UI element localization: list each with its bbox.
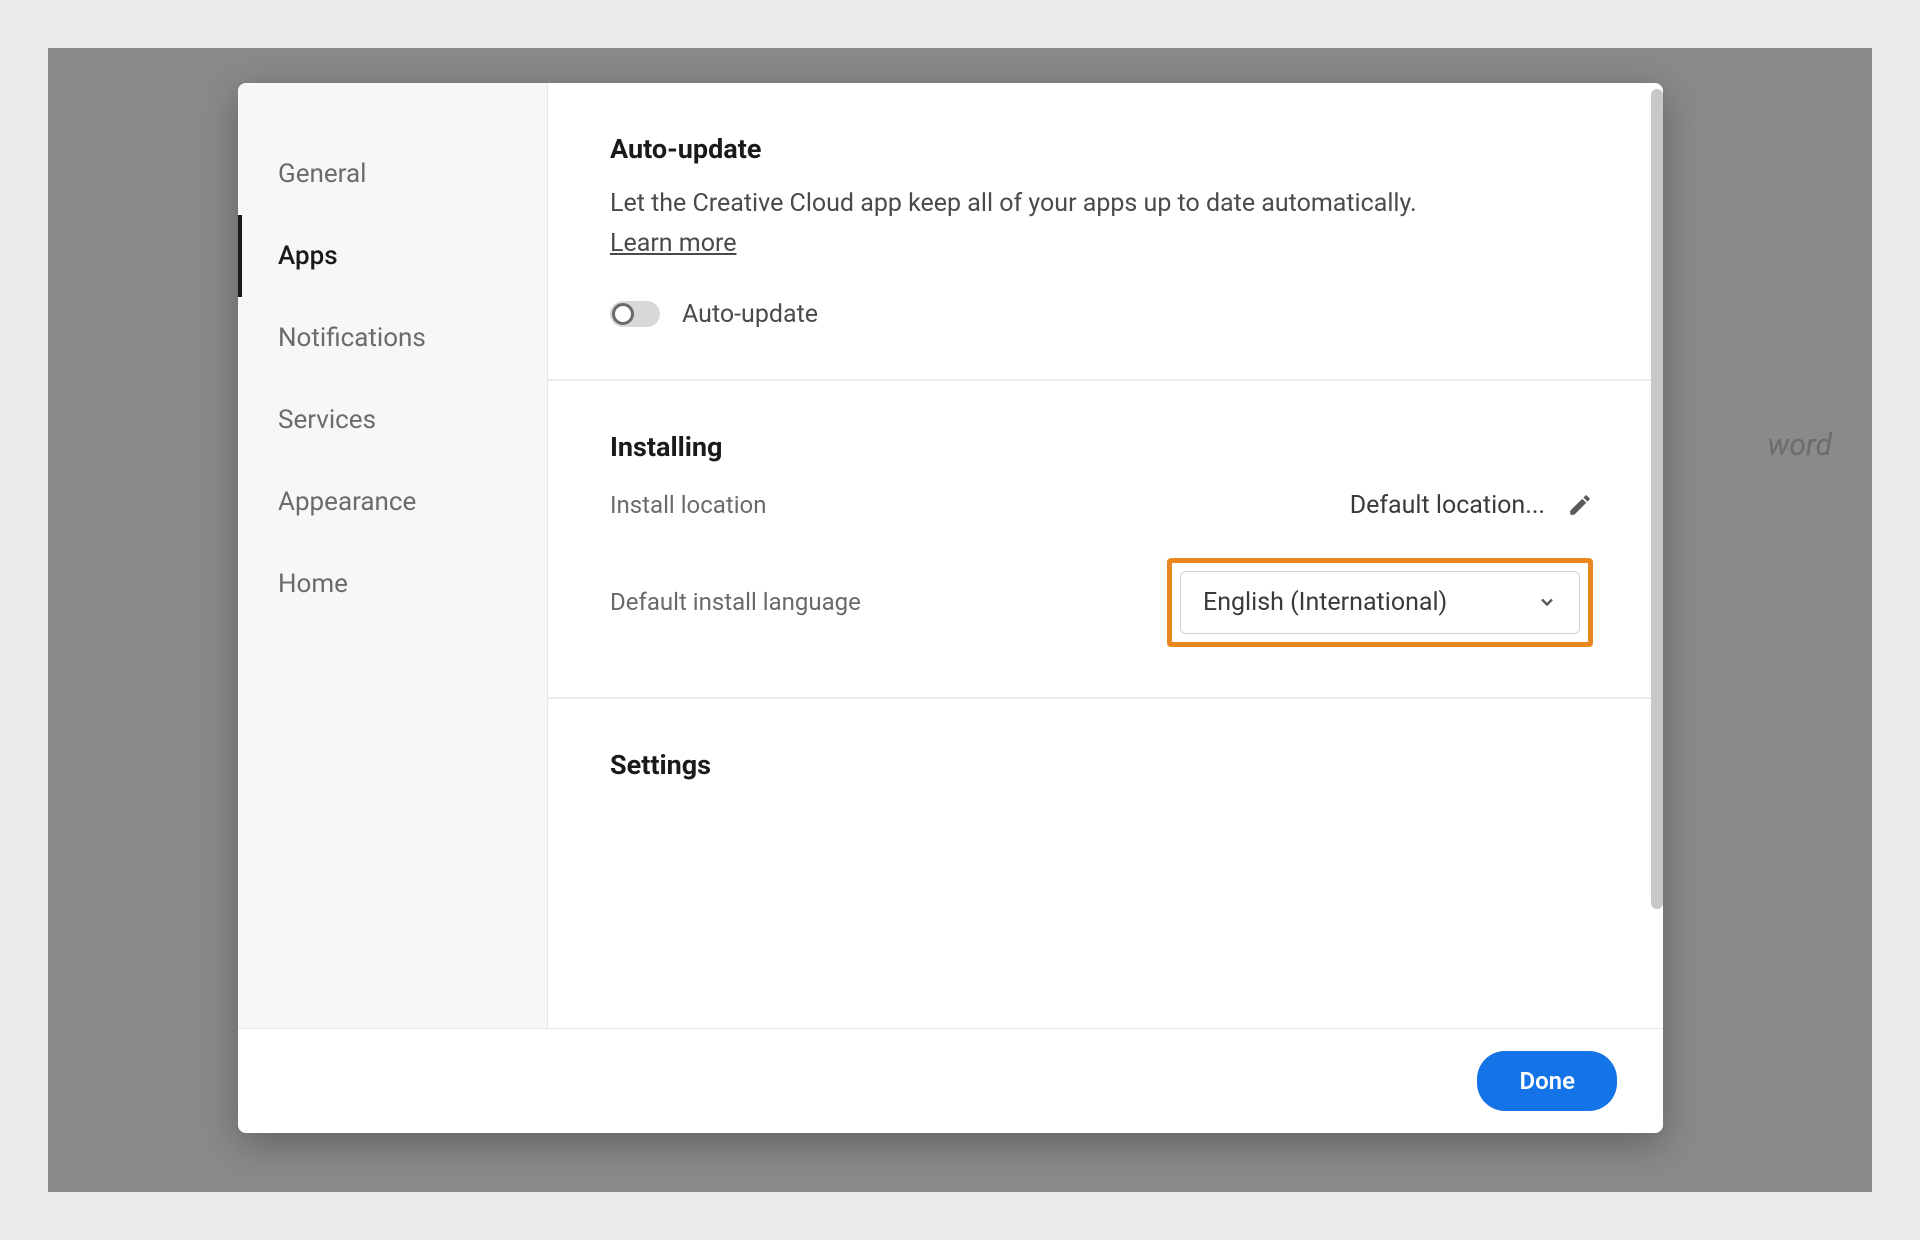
language-select[interactable]: English (International) [1180, 571, 1580, 634]
install-language-row: Default install language English (Intern… [610, 558, 1593, 647]
sidebar-item-appearance[interactable]: Appearance [238, 461, 547, 543]
toggle-knob [612, 303, 634, 325]
sidebar-item-notifications[interactable]: Notifications [238, 297, 547, 379]
preferences-dialog: General Apps Notifications Services Appe… [238, 83, 1663, 1133]
highlight-annotation: English (International) [1167, 558, 1593, 647]
auto-update-toggle-row: Auto-update [610, 300, 1593, 329]
pencil-icon[interactable] [1567, 492, 1593, 518]
sidebar-item-apps[interactable]: Apps [238, 215, 547, 297]
done-button[interactable]: Done [1477, 1051, 1617, 1111]
installing-title: Installing [610, 431, 1593, 463]
scrollbar[interactable] [1651, 89, 1663, 909]
settings-section: Settings [548, 699, 1663, 851]
background-overlay: word General Apps Notifications Services… [48, 48, 1872, 1192]
auto-update-section: Auto-update Let the Creative Cloud app k… [548, 83, 1663, 381]
dialog-footer: Done [238, 1028, 1663, 1133]
install-location-value: Default location... [1350, 491, 1545, 520]
installing-section: Installing Install location Default loca… [548, 381, 1663, 699]
sidebar-item-general[interactable]: General [238, 133, 547, 215]
auto-update-title: Auto-update [610, 133, 1593, 165]
install-location-label: Install location [610, 491, 766, 519]
language-select-value: English (International) [1203, 588, 1447, 617]
sidebar-item-home[interactable]: Home [238, 543, 547, 625]
auto-update-toggle-label: Auto-update [682, 300, 818, 329]
content-area: Auto-update Let the Creative Cloud app k… [548, 83, 1663, 1028]
sidebar-item-services[interactable]: Services [238, 379, 547, 461]
install-language-label: Default install language [610, 588, 861, 616]
auto-update-toggle[interactable] [610, 301, 660, 327]
learn-more-link[interactable]: Learn more [610, 229, 736, 258]
sidebar: General Apps Notifications Services Appe… [238, 83, 548, 1028]
install-location-row: Install location Default location... [610, 491, 1593, 520]
settings-title: Settings [610, 749, 1593, 781]
dialog-body: General Apps Notifications Services Appe… [238, 83, 1663, 1028]
install-location-value-group: Default location... [1350, 491, 1593, 520]
chevron-down-icon [1537, 592, 1557, 612]
auto-update-description: Let the Creative Cloud app keep all of y… [610, 185, 1593, 223]
content-wrapper: Auto-update Let the Creative Cloud app k… [548, 83, 1663, 1028]
